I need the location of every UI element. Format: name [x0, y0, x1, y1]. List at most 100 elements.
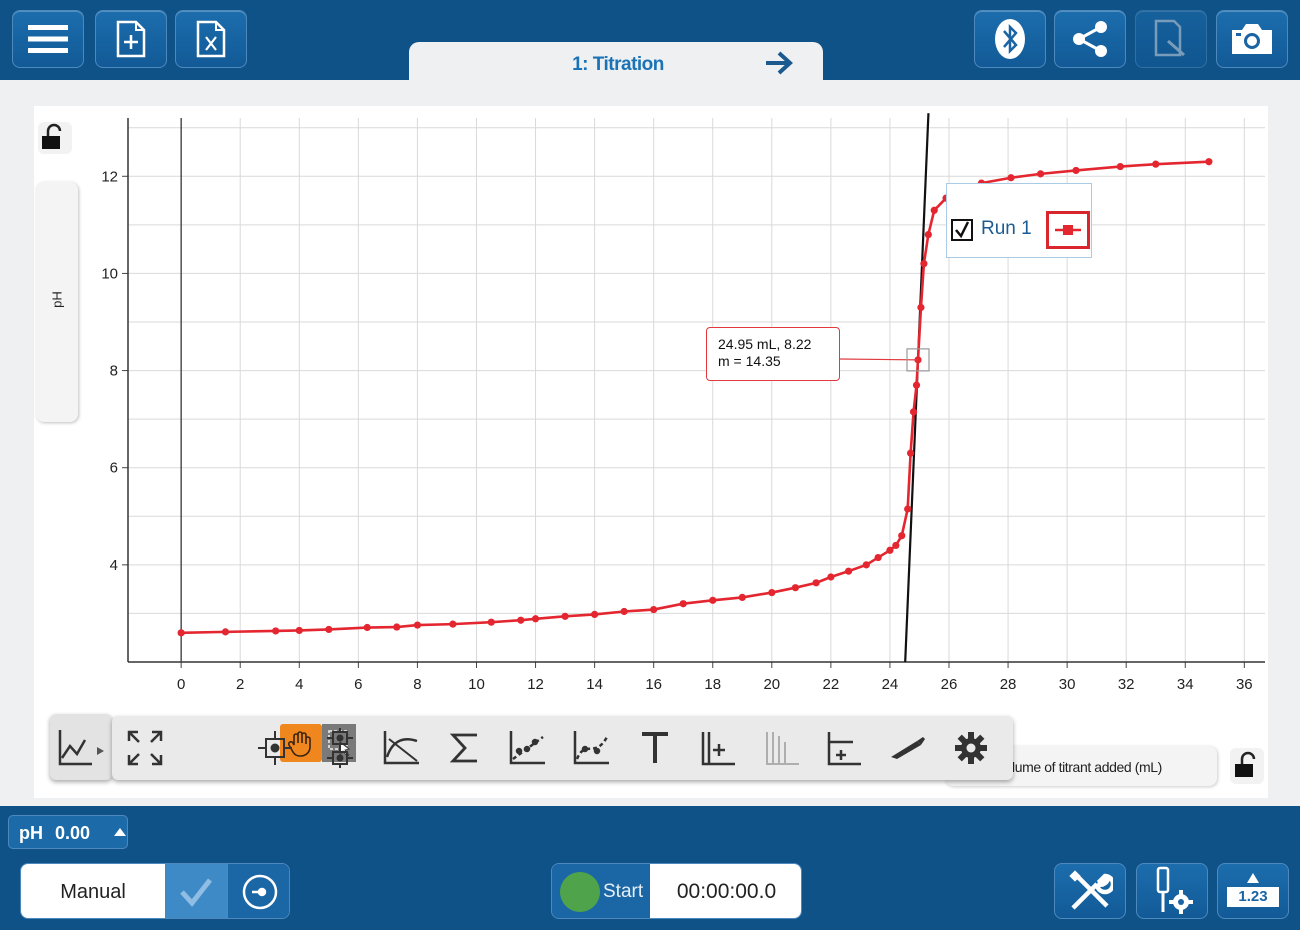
tooltip-coordinates: 24.95 mL, 8.22 — [718, 336, 812, 352]
caret-up-icon — [1247, 873, 1259, 883]
data-point — [920, 260, 928, 268]
run-1-checkbox[interactable] — [951, 219, 973, 241]
x-tick-label: 34 — [1177, 676, 1194, 693]
delta-icon[interactable] — [317, 724, 363, 772]
y-tick-label: 4 — [110, 557, 118, 574]
x-tick-label: 20 — [763, 676, 780, 693]
meter-name: pH — [19, 823, 43, 843]
add-x-axis-icon[interactable] — [820, 724, 866, 772]
titration-graph[interactable]: 0 2 4 6 8 10 12 14 16 18 20 22 24 26 28 30 32 34 364681012 — [0, 0, 1300, 806]
linear-fit-icon[interactable] — [504, 724, 550, 772]
data-point — [924, 230, 932, 239]
digits-icon-text: 1.23 — [1227, 887, 1279, 907]
slope-tangent-icon[interactable] — [378, 724, 424, 772]
data-point — [393, 623, 401, 631]
data-point — [650, 605, 658, 614]
data-point — [1007, 174, 1015, 182]
collection-mode-button[interactable]: Manual — [21, 864, 165, 918]
x-axis-lock-icon[interactable] — [1230, 748, 1264, 789]
x-tick-label: 26 — [941, 676, 958, 693]
data-point — [295, 626, 303, 635]
data-point — [892, 541, 900, 550]
data-point — [907, 449, 915, 457]
caret-up-icon — [114, 828, 126, 836]
y-tick-label: 10 — [101, 265, 118, 282]
slope-tooltip: 24.95 mL, 8.22 m = 14.35 — [706, 327, 840, 381]
x-tick-label: 28 — [1000, 676, 1017, 693]
y-axis-label: pH — [49, 291, 65, 308]
x-tick-label: 6 — [354, 676, 362, 693]
y-tick-label: 12 — [101, 168, 118, 185]
autoscale-icon[interactable] — [122, 724, 168, 772]
data-point — [177, 629, 185, 637]
y-tick-label: 8 — [110, 363, 118, 380]
x-tick-label: 16 — [645, 676, 662, 693]
data-point — [709, 596, 717, 604]
x-tick-label: 32 — [1118, 676, 1135, 693]
axes — [122, 118, 1265, 668]
data-point — [862, 561, 870, 569]
y-axis-label-panel[interactable]: pH — [36, 182, 78, 422]
y-tick-label: 6 — [110, 460, 118, 477]
data-point — [909, 408, 918, 416]
data-point — [561, 612, 569, 620]
data-point — [827, 573, 835, 581]
status-bar — [0, 806, 1300, 856]
data-point — [917, 303, 925, 312]
data-point — [272, 627, 280, 635]
data-point — [591, 610, 599, 619]
graph-type-icon[interactable] — [50, 714, 112, 780]
x-tick-label: 4 — [295, 676, 303, 693]
data-point — [413, 621, 422, 629]
graph-toolbar — [112, 716, 1013, 780]
data-point — [679, 600, 687, 608]
x-tick-label: 18 — [704, 676, 721, 693]
sigma-statistics-icon[interactable] — [442, 724, 488, 772]
series-style-swatch[interactable] — [1046, 211, 1090, 249]
curve-fit-icon[interactable] — [568, 724, 614, 772]
wrench-screwdriver-icon[interactable] — [1054, 863, 1126, 919]
sensor-gear-icon[interactable] — [1136, 863, 1208, 919]
keep-check-icon[interactable] — [165, 864, 227, 918]
sketch-pen-icon[interactable] — [884, 724, 930, 772]
start-timer-group: Start 00:00:00.0 — [551, 863, 802, 919]
x-tick-label: 24 — [882, 676, 899, 693]
data-point — [1072, 166, 1080, 175]
data-point — [1152, 160, 1160, 168]
settings-gear-icon[interactable] — [948, 724, 994, 772]
coordinates-icon[interactable] — [252, 724, 298, 772]
data-point — [912, 381, 921, 389]
data-point — [1036, 170, 1045, 178]
digits-icon-frame: 1.23 — [1223, 871, 1283, 911]
digits-display-icon[interactable]: 1.23 — [1217, 863, 1289, 919]
x-tick-label: 10 — [468, 676, 485, 693]
data-point — [1205, 158, 1213, 166]
x-tick-label: 8 — [413, 676, 421, 693]
collection-mode-group: Manual — [20, 863, 290, 919]
data-point — [487, 618, 495, 626]
data-point — [812, 579, 820, 587]
keep-point-icon[interactable] — [227, 864, 289, 918]
start-indicator-icon — [560, 872, 600, 912]
grid — [128, 118, 1265, 662]
text-annotation-icon[interactable] — [632, 724, 678, 772]
start-button[interactable]: Start — [552, 864, 650, 918]
x-tick-label: 0 — [177, 676, 185, 693]
data-point — [620, 607, 628, 616]
data-point — [531, 615, 540, 623]
ph-meter[interactable]: pH 0.00 — [8, 815, 128, 849]
data-point — [449, 620, 457, 628]
x-tick-label: 2 — [236, 676, 244, 693]
tooltip-slope: m = 14.35 — [718, 353, 781, 369]
data-point — [930, 206, 938, 214]
legend-label: Run 1 — [981, 218, 1032, 239]
x-tick-label: 14 — [586, 676, 603, 693]
add-y-axis-icon[interactable] — [694, 724, 740, 772]
legend[interactable]: Run 1 — [946, 183, 1092, 258]
y-axis-lock-icon[interactable] — [38, 122, 72, 159]
data-point — [1116, 162, 1124, 171]
data-point — [738, 593, 746, 602]
meter-value: 0.00 — [55, 823, 91, 843]
data-point — [325, 625, 333, 634]
remove-y-axis-icon[interactable] — [758, 724, 804, 772]
